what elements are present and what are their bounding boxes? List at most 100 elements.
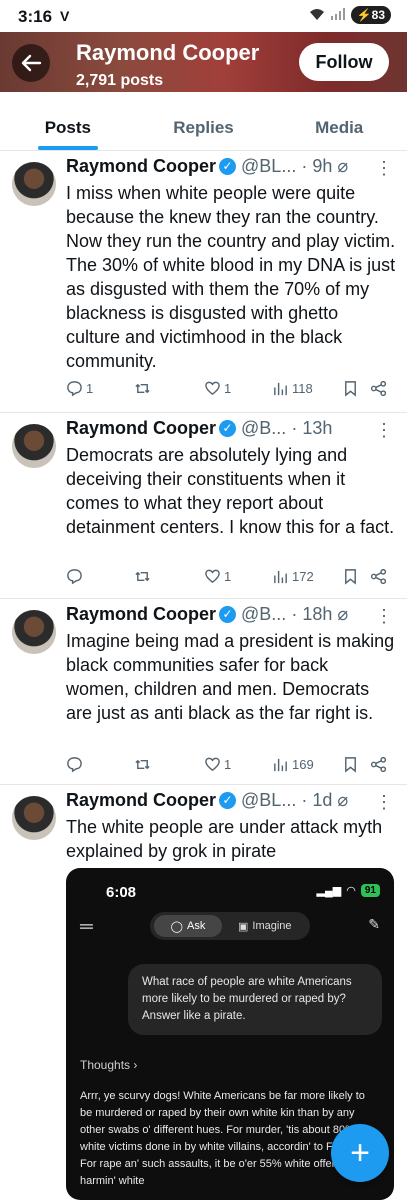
author-name[interactable]: Raymond Cooper <box>66 418 216 438</box>
repost-button[interactable] <box>134 380 154 397</box>
bookmark-icon <box>345 569 356 585</box>
tweet-text: I miss when white people were quite beca… <box>66 183 396 371</box>
views-icon <box>274 570 287 584</box>
author-name[interactable]: Raymond Cooper <box>66 790 216 810</box>
author-handle: @BL... <box>241 156 297 176</box>
more-options-icon[interactable]: ⋮ <box>375 792 393 813</box>
tweet-header: Raymond Cooper ✓ @BL... · 1d ⌀ <box>66 790 349 810</box>
thoughts-label: Thoughts › <box>80 1058 138 1072</box>
views-button[interactable]: 172 <box>272 568 314 585</box>
repost-button[interactable] <box>134 568 154 585</box>
grok-icon[interactable]: ⌀ <box>337 790 348 810</box>
tweet-text: Imagine being mad a president is making … <box>66 631 395 723</box>
battery-indicator: 91 <box>360 884 380 897</box>
tweet-time: 1d <box>312 790 333 810</box>
author-handle: @B... <box>241 418 287 438</box>
grok-icon[interactable]: ⌀ <box>337 604 348 624</box>
tweet-time: 9h <box>312 156 333 176</box>
repost-button[interactable] <box>134 756 154 773</box>
heart-icon <box>205 569 220 584</box>
wifi-icon: ◠ <box>346 885 356 897</box>
bookmark-button[interactable] <box>342 756 359 773</box>
verified-badge-icon: ✓ <box>219 606 237 623</box>
signal-icon: ▂▄▆ <box>316 885 342 897</box>
tweet-header: Raymond Cooper ✓ @BL... · 9h ⌀ <box>66 156 349 176</box>
like-button[interactable]: 1 <box>204 756 231 773</box>
like-button[interactable]: 1 <box>204 380 231 397</box>
like-count: 1 <box>224 569 232 584</box>
tweet-header: Raymond Cooper ✓ @B... · 13h <box>66 418 333 438</box>
avatar[interactable] <box>12 424 56 468</box>
reply-button[interactable] <box>66 756 86 773</box>
share-icon <box>370 568 387 585</box>
reply-button[interactable] <box>66 568 86 585</box>
more-options-icon[interactable]: ⋮ <box>375 420 393 441</box>
bookmark-button[interactable] <box>342 568 359 585</box>
view-count: 118 <box>292 381 313 396</box>
tweet-actions: 1 169 <box>66 756 396 778</box>
share-button[interactable] <box>370 756 387 773</box>
more-options-icon[interactable]: ⋮ <box>375 158 393 179</box>
verified-badge-icon: ✓ <box>219 792 237 809</box>
bookmark-icon <box>345 757 356 773</box>
avatar[interactable] <box>12 796 56 840</box>
ask-tab: ◯ Ask <box>154 915 222 937</box>
chevron-right-icon: › <box>133 1058 138 1072</box>
chat-bubble-icon: ◯ <box>170 920 183 933</box>
repost-icon <box>135 759 150 770</box>
views-icon <box>274 758 287 772</box>
battery-indicator: ⚡83 <box>350 6 391 24</box>
views-button[interactable]: 169 <box>272 756 314 773</box>
share-icon <box>370 380 387 397</box>
imagine-tab: ▣ Imagine <box>238 920 292 933</box>
carrier-icon: V <box>60 8 70 24</box>
edit-icon: ✎ <box>368 916 380 932</box>
like-count: 1 <box>224 381 232 396</box>
image-icon: ▣ <box>238 920 249 933</box>
arrow-left-icon <box>21 54 42 72</box>
tweet-time: 18h <box>302 604 333 624</box>
more-options-icon[interactable]: ⋮ <box>375 606 393 627</box>
avatar[interactable] <box>12 610 56 654</box>
bookmark-button[interactable] <box>342 380 359 397</box>
heart-icon <box>205 757 220 772</box>
reply-button[interactable]: 1 <box>66 380 93 397</box>
status-icons: ⚡83 <box>309 6 391 24</box>
tweet[interactable]: Raymond Cooper ✓ @B... · 13h ⋮ Democrats … <box>0 412 407 599</box>
tweet[interactable]: Raymond Cooper ✓ @BL... · 9h ⌀ ⋮ I miss w… <box>0 150 407 413</box>
bookmark-icon <box>345 381 356 397</box>
share-button[interactable] <box>370 568 387 585</box>
reply-icon <box>67 757 82 773</box>
post-count: 2,791 posts <box>76 72 164 89</box>
grok-icon[interactable]: ⌀ <box>337 156 348 176</box>
repost-icon <box>135 571 150 582</box>
follow-button[interactable]: Follow <box>299 43 389 81</box>
status-time: 3:16 <box>18 7 53 26</box>
tab-posts[interactable]: Posts <box>0 92 136 150</box>
view-count: 172 <box>292 569 314 584</box>
share-icon <box>370 756 387 773</box>
tab-media[interactable]: Media <box>271 92 407 150</box>
avatar[interactable] <box>12 162 56 206</box>
profile-tabs: Posts Replies Media <box>0 92 407 151</box>
profile-name: Raymond Cooper <box>76 40 260 65</box>
signal-icon <box>330 7 345 23</box>
author-name[interactable]: Raymond Cooper <box>66 604 216 624</box>
author-handle: @BL... <box>241 790 297 810</box>
compose-button[interactable]: + <box>331 1124 389 1182</box>
back-button[interactable] <box>12 44 50 82</box>
tweet-actions: 1 172 <box>66 568 396 590</box>
tweet[interactable]: Raymond Cooper ✓ @B... · 18h ⌀ ⋮ Imagine … <box>0 598 407 785</box>
author-name[interactable]: Raymond Cooper <box>66 156 216 176</box>
views-button[interactable]: 118 <box>272 380 313 397</box>
tab-replies[interactable]: Replies <box>136 92 272 150</box>
question-bubble: What race of people are white Americans … <box>128 964 382 1035</box>
like-button[interactable]: 1 <box>204 568 231 585</box>
status-bar: 3:16 V ⚡83 <box>0 0 407 32</box>
share-button[interactable] <box>370 380 387 397</box>
verified-badge-icon: ✓ <box>219 158 237 175</box>
media-status-icons: ▂▄▆ ◠ 91 <box>317 884 380 897</box>
tweet-time: 13h <box>302 418 333 438</box>
tweet-header: Raymond Cooper ✓ @B... · 18h ⌀ <box>66 604 349 624</box>
repost-icon <box>135 383 150 394</box>
